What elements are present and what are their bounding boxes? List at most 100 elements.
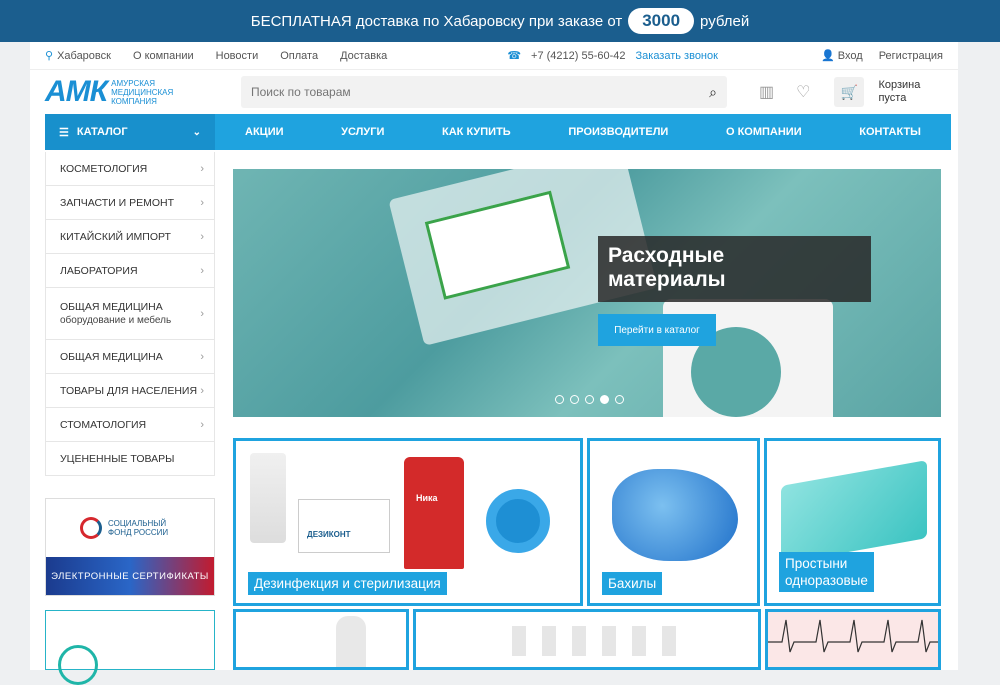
nav-item-about[interactable]: О КОМПАНИИ: [726, 126, 802, 138]
link-about[interactable]: О компании: [133, 50, 194, 62]
go-to-catalog-button[interactable]: Перейти в каталог: [598, 314, 716, 346]
phone-number[interactable]: +7 (4212) 55-60-42: [531, 50, 625, 62]
dezikont-brand: ДЕЗИКОНТ: [307, 530, 351, 539]
sidebar-item-general-medicine-equipment[interactable]: ОБЩАЯ МЕДИЦИНА оборудование и мебель ›: [45, 288, 215, 340]
e-certificates-caption: ЭЛЕКТРОННЫЕ СЕРТИФИКАТЫ: [46, 557, 214, 595]
map-pin-icon: ⚲: [45, 50, 54, 62]
register-link[interactable]: Регистрация: [879, 50, 943, 62]
logo-mark: АМК: [45, 75, 108, 108]
slider-dot-2[interactable]: [570, 395, 579, 404]
sidebar-item-label: УЦЕНЕННЫЕ ТОВАРЫ: [60, 452, 175, 465]
nika-bottle-image: Ника: [404, 457, 464, 569]
sidebar-item-dentistry[interactable]: СТОМАТОЛОГИЯ ›: [45, 408, 215, 442]
link-payment[interactable]: Оплата: [280, 50, 318, 62]
catalog-sidebar: КОСМЕТОЛОГИЯ › ЗАПЧАСТИ И РЕМОНТ › КИТАЙСК…: [45, 152, 215, 476]
category-tile-disinfection[interactable]: ДЕЗИКОНТ Ника Дезинфекция и стерилизация: [233, 438, 583, 606]
social-fund-banner[interactable]: СОЦИАЛЬНЫЙ ФОНД РОССИИ ЭЛЕКТРОННЫЕ СЕРТИФ…: [45, 498, 215, 596]
sidebar-item-repair[interactable]: ЗАПЧАСТИ И РЕМОНТ ›: [45, 186, 215, 220]
sidebar-item-sublabel: оборудование и мебель: [60, 314, 172, 326]
compare-icon[interactable]: ▥: [759, 82, 774, 102]
nav-item-actions[interactable]: АКЦИИ: [245, 126, 284, 138]
slider-dot-4[interactable]: [600, 395, 609, 404]
login-label: Вход: [837, 50, 863, 62]
hero-slider[interactable]: Расходные материалы Перейти в каталог: [233, 169, 941, 417]
nav-item-services[interactable]: УСЛУГИ: [341, 126, 384, 138]
cart-icon: 🛒: [834, 77, 865, 107]
city-selector[interactable]: ⚲ Хабаровск: [45, 49, 111, 62]
page-container: ⚲ Хабаровск О компании Новости Оплата Дос…: [30, 42, 958, 685]
header: АМК Амурская Медицинская Компания ⌕ ▥ ♡ …: [30, 70, 958, 114]
category-tile-shoe-covers[interactable]: Бахилы: [587, 438, 760, 606]
social-fund-logo-icon: [80, 517, 102, 539]
logo-line-1: Амурская: [111, 78, 155, 88]
partner-banner[interactable]: [45, 610, 215, 685]
menu-icon: ☰: [59, 126, 69, 139]
chevron-right-icon: ›: [200, 162, 204, 175]
nav-item-how-to-buy[interactable]: КАК КУПИТЬ: [442, 126, 511, 138]
logo-line-2: Медицинская: [111, 87, 174, 97]
test-strips-image: [250, 453, 286, 543]
syringes-image: [512, 626, 682, 656]
link-news[interactable]: Новости: [216, 50, 259, 62]
partner-logo-icon: [58, 645, 98, 685]
catalog-button[interactable]: ☰ КАТАЛОГ ⌄: [45, 114, 215, 150]
login-link[interactable]: 👤 Вход: [821, 49, 863, 62]
glove-image: [336, 616, 366, 667]
search-icon[interactable]: ⌕: [709, 84, 717, 101]
social-fund-line-2: ФОНД РОССИИ: [108, 528, 169, 537]
page-background-right: [958, 42, 1000, 670]
social-fund-line-1: СОЦИАЛЬНЫЙ: [108, 519, 167, 528]
top-bar: ⚲ Хабаровск О компании Новости Оплата Дос…: [30, 42, 958, 70]
tile-label: Дезинфекция и стерилизация: [248, 572, 447, 595]
nav-item-manufacturers[interactable]: ПРОИЗВОДИТЕЛИ: [568, 126, 668, 138]
chevron-right-icon: ›: [200, 418, 204, 431]
slider-dot-3[interactable]: [585, 395, 594, 404]
category-tile-ecg-paper[interactable]: [765, 609, 941, 670]
slide-title-line-2: материалы: [608, 268, 726, 291]
sidebar-item-general-medicine[interactable]: ОБЩАЯ МЕДИЦИНА ›: [45, 340, 215, 374]
category-tile-disposable-sheets[interactable]: Простыни одноразовые: [764, 438, 941, 606]
slide-caption: Расходные материалы: [598, 236, 871, 302]
slider-dot-5[interactable]: [615, 395, 624, 404]
sidebar-item-label: ОБЩАЯ МЕДИЦИНА: [60, 300, 163, 313]
sidebar-item-label: КОСМЕТОЛОГИЯ: [60, 162, 148, 175]
category-tile-syringes[interactable]: [413, 609, 761, 670]
nika-brand: Ника: [416, 493, 438, 503]
main-nav: ☰ КАТАЛОГ ⌄ АКЦИИ УСЛУГИ КАК КУПИТЬ ПРОИ…: [45, 114, 951, 150]
cart-title: Корзина: [878, 79, 921, 91]
ecg-wave-image: [768, 619, 938, 653]
sidebar-item-label: СТОМАТОЛОГИЯ: [60, 418, 147, 431]
cart-widget[interactable]: 🛒 Корзина пуста: [834, 77, 920, 107]
site-logo[interactable]: АМК Амурская Медицинская Компания: [45, 75, 241, 109]
sterilization-roll-image: [486, 489, 550, 553]
sidebar-item-consumer-goods[interactable]: ТОВАРЫ ДЛЯ НАСЕЛЕНИЯ ›: [45, 374, 215, 408]
sidebar-item-cosmetology[interactable]: КОСМЕТОЛОГИЯ ›: [45, 152, 215, 186]
sidebar-item-discounted[interactable]: УЦЕНЕННЫЕ ТОВАРЫ: [45, 442, 215, 476]
search-input[interactable]: [251, 85, 710, 99]
dezikont-box-image: ДЕЗИКОНТ: [298, 499, 390, 553]
promo-suffix: рублей: [700, 12, 750, 30]
chevron-right-icon: ›: [200, 307, 204, 320]
chevron-right-icon: ›: [200, 264, 204, 277]
callback-link[interactable]: Заказать звонок: [636, 50, 718, 62]
promo-banner: БЕСПЛАТНАЯ доставка по Хабаровску при за…: [0, 0, 1000, 42]
tile-label-line-2: одноразовые: [785, 573, 868, 588]
sidebar-item-label: КИТАЙСКИЙ ИМПОРТ: [60, 230, 171, 243]
nav-item-contacts[interactable]: КОНТАКТЫ: [859, 126, 921, 138]
sidebar-item-label: ОБЩАЯ МЕДИЦИНА: [60, 350, 163, 363]
chevron-down-icon: ⌄: [192, 126, 201, 138]
sidebar-item-label: ТОВАРЫ ДЛЯ НАСЕЛЕНИЯ: [60, 384, 198, 397]
sidebar-item-label: ЗАПЧАСТИ И РЕМОНТ: [60, 196, 175, 209]
catalog-label: КАТАЛОГ: [76, 126, 128, 138]
slider-dot-1[interactable]: [555, 395, 564, 404]
heart-icon[interactable]: ♡: [796, 82, 810, 102]
chevron-right-icon: ›: [200, 350, 204, 363]
category-tile-gloves[interactable]: [233, 609, 409, 670]
link-delivery[interactable]: Доставка: [340, 50, 387, 62]
slide-title-line-1: Расходные: [608, 244, 725, 267]
sheets-package-image: [781, 460, 927, 564]
sidebar-item-china-import[interactable]: КИТАЙСКИЙ ИМПОРТ ›: [45, 220, 215, 254]
sidebar-item-laboratory[interactable]: ЛАБОРАТОРИЯ ›: [45, 254, 215, 288]
search-box: ⌕: [241, 76, 727, 108]
phone-icon: ☎: [507, 50, 522, 62]
